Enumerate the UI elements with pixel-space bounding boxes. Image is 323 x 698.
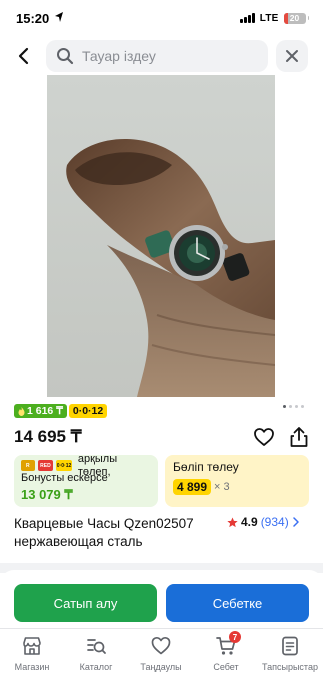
- battery-icon: 20: [283, 12, 306, 24]
- status-indicators: LTE 20: [240, 12, 309, 24]
- installment-badge-text: 0·0·12: [72, 405, 104, 417]
- cart-count-badge: 7: [229, 631, 241, 643]
- orders-icon: [282, 636, 298, 656]
- installment-card-title: Бөліп төлеу: [173, 460, 239, 474]
- close-button[interactable]: [276, 40, 308, 72]
- favorite-button[interactable]: [253, 427, 275, 447]
- chevron-right-icon: [292, 517, 299, 527]
- star-icon: [227, 516, 238, 527]
- product-price: 14 695 ₸: [14, 427, 82, 446]
- tab-cart[interactable]: 7 Себет: [194, 631, 258, 672]
- bonus-badge: 1 616 ₸: [14, 404, 67, 418]
- tab-store[interactable]: Магазин: [0, 635, 64, 672]
- search-input[interactable]: [82, 48, 252, 64]
- battery-level: 20: [289, 13, 300, 23]
- installment-multiplier: × 3: [214, 481, 230, 493]
- buy-button[interactable]: Сатып алу: [14, 584, 157, 622]
- rating-value: 4.9: [241, 515, 258, 529]
- share-icon: [290, 427, 308, 447]
- search-header: [0, 36, 323, 76]
- bonus-card-amount: 13 079 ₸: [21, 487, 73, 502]
- add-to-cart-button[interactable]: Себетке: [166, 584, 309, 622]
- heart-icon: [151, 636, 171, 655]
- installment-logo-icon: 0·0·12: [56, 460, 72, 471]
- installment-badge: 0·0·12: [68, 404, 108, 418]
- gallery-dot: [295, 405, 298, 408]
- store-icon: [23, 637, 41, 655]
- location-arrow-icon: [55, 12, 63, 22]
- status-time: 15:20: [16, 11, 50, 26]
- tab-label-orders: Тапсырыстар: [262, 662, 318, 672]
- tab-label-favorites: Таңдаулы: [140, 662, 182, 672]
- cart-icon-wrap: 7: [215, 631, 241, 657]
- installment-amount: 4 899: [173, 479, 212, 495]
- bonus-card[interactable]: R RED 0·0·12 арқылы төлеп, Бонусты ескер…: [14, 453, 158, 507]
- tab-label-catalog: Каталог: [79, 662, 113, 672]
- search-icon: [57, 48, 74, 65]
- back-button[interactable]: [10, 42, 38, 70]
- product-image[interactable]: [47, 75, 275, 397]
- signal-icon: [240, 13, 255, 23]
- tab-bar: Магазин Каталог Таңдаулы 7 Себет Тапсыры…: [0, 628, 323, 698]
- network-type: LTE: [259, 12, 279, 24]
- rating-count: (934): [260, 515, 289, 529]
- product-photo: [47, 75, 275, 397]
- back-arrow-icon: [18, 47, 29, 65]
- red-logo-icon: RED: [37, 460, 54, 471]
- tab-orders[interactable]: Тапсырыстар: [258, 635, 322, 672]
- gallery-dot: [289, 405, 292, 408]
- kaspi-logo-icon: R: [21, 460, 35, 471]
- rating-link[interactable]: 4.9 (934): [227, 515, 300, 529]
- bonus-badge-text: 1 616 ₸: [27, 405, 63, 417]
- close-icon: [286, 50, 298, 62]
- tab-label-cart: Себет: [213, 662, 239, 672]
- catalog-icon: [87, 639, 106, 654]
- product-badges: 1 616 ₸ 0·0·12: [14, 404, 108, 418]
- heart-icon: [254, 428, 274, 446]
- gallery-dots: [283, 405, 304, 408]
- installment-card[interactable]: Бөліп төлеу 4 899 × 3: [165, 455, 309, 507]
- search-box[interactable]: [46, 40, 268, 72]
- product-title: Кварцевые Часы Qzen02507 нержавеющая ста…: [14, 516, 194, 549]
- gallery-dot: [283, 405, 286, 408]
- tab-favorites[interactable]: Таңдаулы: [129, 635, 193, 672]
- share-button[interactable]: [288, 426, 310, 448]
- tab-label-store: Магазин: [14, 662, 50, 672]
- gallery-dot: [301, 405, 304, 408]
- fire-icon: [18, 406, 25, 416]
- status-bar: 15:20 LTE 20: [0, 0, 323, 36]
- tab-catalog[interactable]: Каталог: [64, 635, 128, 672]
